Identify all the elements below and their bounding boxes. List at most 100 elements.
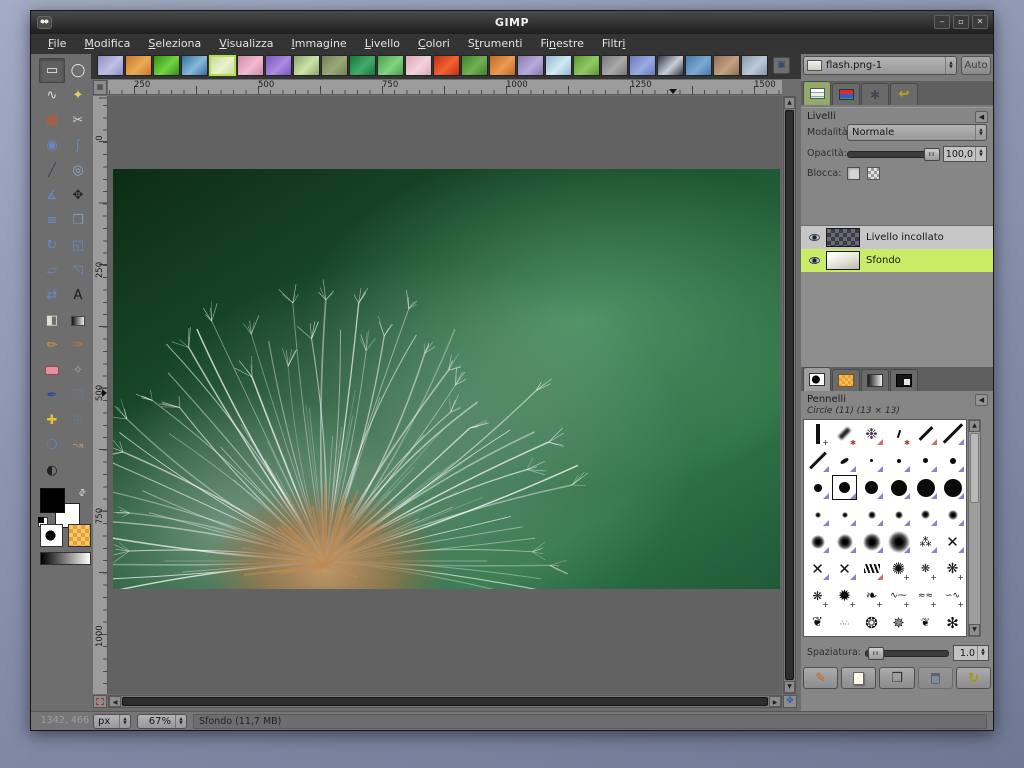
image-thumbnail[interactable]: [377, 55, 404, 76]
brush-splat5[interactable]: ✻: [939, 609, 966, 636]
vertical-scrollbar-thumb[interactable]: [785, 110, 794, 680]
brush-dot6[interactable]: [939, 447, 966, 474]
maximize-button[interactable]: ▫: [953, 15, 969, 29]
scroll-left-icon[interactable]: ◀: [109, 696, 121, 707]
quickmask-toggle-button[interactable]: [93, 695, 107, 708]
menu-visualizza[interactable]: Visualizza: [210, 34, 282, 54]
active-gradient-indicator[interactable]: [40, 552, 91, 565]
tool-paths[interactable]: ʃ: [65, 133, 91, 158]
brush-dot18[interactable]: [912, 474, 939, 501]
scroll-up-icon[interactable]: ▲: [969, 420, 980, 432]
image-thumbnail[interactable]: [237, 55, 264, 76]
scroll-right-icon[interactable]: ▶: [769, 696, 781, 707]
brush-grain3[interactable]: ❋ +: [804, 582, 831, 610]
tool-blur-sharpen[interactable]: ❍: [39, 433, 65, 458]
brush-script2[interactable]: ≈≈ +: [912, 582, 939, 610]
brush-dot8[interactable]: [804, 474, 831, 501]
tool-zoom[interactable]: ◎: [65, 158, 91, 183]
image-thumbnail[interactable]: [153, 55, 180, 76]
tool-pencil[interactable]: ✏: [39, 333, 65, 358]
image-thumbnail[interactable]: [405, 55, 432, 76]
tool-rotate[interactable]: ↻: [39, 233, 65, 258]
brush-script3[interactable]: ∽∿ +: [939, 582, 966, 610]
image-thumbnail[interactable]: [601, 55, 628, 76]
menu-finestre[interactable]: Finestre: [531, 34, 592, 54]
brush-dot16[interactable]: [885, 474, 912, 501]
menu-colori[interactable]: Colori: [409, 34, 459, 54]
tool-shear[interactable]: ▱: [39, 258, 65, 283]
close-button[interactable]: ✕: [972, 15, 988, 29]
visibility-eye-icon[interactable]: [809, 257, 820, 264]
brush-leaf2[interactable]: ❦: [912, 609, 939, 636]
navigation-button[interactable]: ✥: [783, 695, 797, 708]
image-thumbnail[interactable]: [517, 55, 544, 76]
brush-x[interactable]: ✕: [804, 555, 831, 582]
menu-seleziona[interactable]: Seleziona: [139, 34, 210, 54]
auto-follow-button[interactable]: Auto: [961, 56, 991, 75]
brush-dot3[interactable]: [858, 447, 885, 474]
brush-x[interactable]: ✕: [831, 555, 858, 582]
image-thumbnail[interactable]: [545, 55, 572, 76]
dock-tab-channels[interactable]: [832, 83, 860, 105]
spacing-slider[interactable]: ⦀⦀: [865, 647, 949, 660]
tool-ink[interactable]: ✒: [39, 383, 65, 408]
images-list-button[interactable]: ▣: [773, 57, 790, 74]
image-thumbnail[interactable]: [293, 55, 320, 76]
tool-flip[interactable]: ⇄: [39, 283, 65, 308]
brush-chalk[interactable]: [858, 555, 885, 582]
canvas-viewport[interactable]: [108, 96, 782, 694]
spacing-spinbox[interactable]: 1.0: [953, 645, 989, 661]
menu-modifica[interactable]: Modifica: [75, 34, 139, 54]
new-brush-button[interactable]: [841, 667, 877, 689]
image-selector-combo[interactable]: flash.png-1: [803, 56, 957, 75]
tool-clone[interactable]: ❐: [65, 383, 91, 408]
scroll-down-icon[interactable]: ▼: [969, 624, 980, 636]
image-thumbnail[interactable]: [489, 55, 516, 76]
image-thumbnail[interactable]: [685, 55, 712, 76]
delete-brush-button[interactable]: [917, 667, 953, 689]
opacity-spinbox[interactable]: 100,0: [943, 146, 987, 162]
horizontal-scrollbar[interactable]: ◀ ▶: [108, 695, 782, 708]
brush-scrollbar-thumb[interactable]: [970, 433, 979, 503]
layer-mode-combo[interactable]: Normale: [847, 124, 987, 141]
dock-tab-layers[interactable]: [803, 81, 831, 105]
tool-airbrush[interactable]: ✧: [65, 358, 91, 383]
brush-dot4[interactable]: [885, 447, 912, 474]
dock-tab-palettes[interactable]: [890, 369, 918, 391]
tool-color-picker[interactable]: ╱: [39, 158, 65, 183]
brush-slash22[interactable]: [804, 447, 831, 474]
image-thumbnail[interactable]: [629, 55, 656, 76]
panel-menu-icon[interactable]: ◀: [975, 111, 988, 123]
tool-fuzzy-select[interactable]: ✦: [65, 83, 91, 108]
scroll-down-icon[interactable]: ▼: [784, 681, 795, 693]
zoom-combo[interactable]: 67%: [137, 714, 187, 729]
active-brush-indicator[interactable]: [40, 524, 63, 547]
horizontal-scrollbar-thumb[interactable]: [122, 697, 768, 706]
brush-x[interactable]: ✕: [939, 528, 966, 555]
titlebar[interactable]: GIMP ‒ ▫ ✕: [31, 11, 993, 34]
image-thumbnail[interactable]: [181, 55, 208, 76]
tool-select-by-color[interactable]: ▦: [39, 108, 65, 133]
tool-paintbrush[interactable]: ✑: [65, 333, 91, 358]
image-thumbnail[interactable]: [713, 55, 740, 76]
vertical-scrollbar[interactable]: ▲ ▼: [783, 96, 796, 694]
image-thumbnail[interactable]: [265, 55, 292, 76]
brush-splat3[interactable]: ❂: [858, 609, 885, 636]
tool-rect-select[interactable]: ▭: [39, 58, 65, 83]
image-thumbnail[interactable]: [349, 55, 376, 76]
brush-dot5[interactable]: [912, 447, 939, 474]
duplicate-brush-button[interactable]: ❐: [879, 667, 915, 689]
slider-handle[interactable]: ⦀⦀: [924, 148, 940, 161]
tool-move[interactable]: ✥: [65, 183, 91, 208]
panel-menu-icon[interactable]: ◀: [975, 394, 988, 406]
brush-fdot6[interactable]: [804, 501, 831, 528]
edit-brush-button[interactable]: ✎: [803, 667, 839, 689]
brush-leaf[interactable]: ❦: [804, 609, 831, 636]
brush-tick[interactable]: ✱: [885, 420, 912, 447]
brush-script1[interactable]: ∿⁓ +: [885, 582, 912, 610]
image-thumbnail[interactable]: [433, 55, 460, 76]
unit-combo[interactable]: px: [93, 714, 131, 729]
brush-fslash[interactable]: ✱: [831, 420, 858, 447]
lock-checkbox[interactable]: [847, 167, 860, 180]
brush-word[interactable]: ∴∴: [831, 609, 858, 636]
